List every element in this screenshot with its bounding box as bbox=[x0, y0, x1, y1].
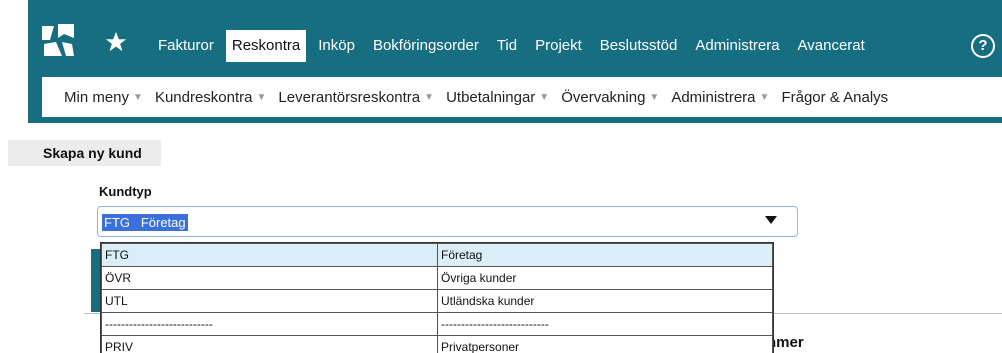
submenu-label: Leverantörsreskontra bbox=[278, 88, 421, 106]
kundtyp-options-list: FTG Företag ÖVR Övriga kunder UTL Utländ… bbox=[100, 242, 774, 353]
main-menu: Fakturor Reskontra Inköp Bokföringsorder… bbox=[152, 28, 877, 64]
main-menu-inkop[interactable]: Inköp bbox=[312, 30, 361, 62]
submenu-administrera[interactable]: Administrera ▼ bbox=[671, 89, 769, 106]
help-icon[interactable]: ? bbox=[971, 34, 995, 58]
submenu-label: Administrera bbox=[671, 88, 756, 106]
option-name: Övriga kunder bbox=[437, 266, 773, 290]
kundtyp-selected-value: FTG Företag bbox=[102, 214, 188, 231]
option-name: Utländska kunder bbox=[437, 289, 773, 313]
favorites-star-icon[interactable] bbox=[105, 31, 127, 53]
kundtyp-select[interactable]: FTG Företag bbox=[97, 206, 798, 237]
submenu-label: Frågor & Analys bbox=[781, 88, 889, 106]
chevron-down-icon: ▼ bbox=[759, 91, 770, 103]
sub-navigation-bar: Min meny ▼ Kundreskontra ▼ Leverantörsresk… bbox=[42, 77, 1002, 117]
main-menu-avancerat[interactable]: Avancerat bbox=[792, 30, 871, 62]
submenu-label: Min meny bbox=[64, 88, 130, 106]
submenu-overvakning[interactable]: Övervakning ▼ bbox=[561, 89, 659, 106]
main-menu-reskontra[interactable]: Reskontra bbox=[225, 30, 307, 62]
option-row[interactable]: PRIV Privatpersoner bbox=[101, 335, 773, 353]
main-menu-beslutsstod[interactable]: Beslutsstöd bbox=[594, 30, 684, 62]
submenu-label: Kundreskontra bbox=[154, 88, 253, 106]
dropdown-arrow-icon[interactable] bbox=[765, 216, 777, 224]
main-menu-projekt[interactable]: Projekt bbox=[529, 30, 588, 62]
option-code: --------------------------- bbox=[101, 312, 438, 336]
option-name: Företag bbox=[437, 243, 773, 267]
submenu-min-meny[interactable]: Min meny ▼ bbox=[64, 89, 143, 106]
option-code: FTG bbox=[101, 243, 438, 267]
main-menu-fakturor[interactable]: Fakturor bbox=[152, 30, 220, 62]
chevron-down-icon: ▼ bbox=[256, 91, 267, 103]
submenu-utbetalningar[interactable]: Utbetalningar ▼ bbox=[446, 89, 549, 106]
logo-icon[interactable] bbox=[40, 22, 76, 58]
option-row[interactable]: ÖVR Övriga kunder bbox=[101, 266, 773, 290]
option-code: UTL bbox=[101, 289, 438, 313]
main-menu-bokforingsorder[interactable]: Bokföringsorder bbox=[367, 30, 485, 62]
submenu-kundreskontra[interactable]: Kundreskontra ▼ bbox=[155, 89, 266, 106]
submenu-label: Övervakning bbox=[561, 88, 646, 106]
option-code: PRIV bbox=[101, 335, 438, 353]
option-row[interactable]: UTL Utländska kunder bbox=[101, 289, 773, 313]
main-menu-administrera[interactable]: Administrera bbox=[689, 30, 785, 62]
create-customer-button[interactable]: Skapa ny kund bbox=[8, 140, 161, 166]
option-name: Privatpersoner bbox=[437, 335, 773, 353]
main-menu-tid[interactable]: Tid bbox=[491, 30, 523, 62]
chevron-down-icon: ▼ bbox=[539, 91, 550, 103]
submenu-fragor-analys[interactable]: Frågor & Analys bbox=[781, 89, 888, 106]
option-name: --------------------------- bbox=[437, 312, 773, 336]
option-code: ÖVR bbox=[101, 266, 438, 290]
chevron-down-icon: ▼ bbox=[133, 91, 143, 103]
submenu-leverantorsreskontra[interactable]: Leverantörsreskontra ▼ bbox=[278, 89, 434, 106]
option-row-separator[interactable]: --------------------------- ------------… bbox=[101, 312, 773, 336]
chevron-down-icon: ▼ bbox=[424, 91, 435, 103]
submenu-label: Utbetalningar bbox=[446, 88, 536, 106]
option-row[interactable]: FTG Företag bbox=[101, 243, 773, 267]
chevron-down-icon: ▼ bbox=[649, 91, 660, 103]
kundtyp-label: Kundtyp bbox=[99, 184, 152, 199]
